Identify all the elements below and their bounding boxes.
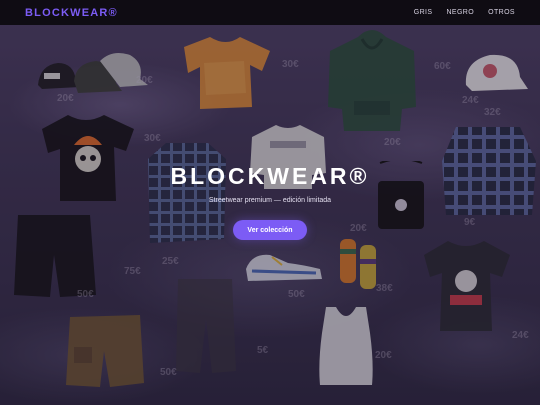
nav-link-gris[interactable]: GRIS — [414, 9, 433, 16]
view-collection-button[interactable]: Ver colección — [233, 220, 307, 240]
hero-content: BLOCKWEAR® Streetwear premium — edición … — [0, 25, 540, 405]
nav-link-otros[interactable]: OTROS — [488, 9, 515, 16]
nav-link-negro[interactable]: NEGRO — [446, 9, 474, 16]
hero-subtitle: Streetwear premium — edición limitada — [208, 197, 332, 204]
top-navbar: BLOCKWEAR® GRIS NEGRO OTROS — [0, 0, 540, 25]
hero-section: 20€ 20€ 30€ 60€ 24€ 30€ 20€ 20€ 9€ 25€ 7… — [0, 25, 540, 405]
brand-logo[interactable]: BLOCKWEAR® — [25, 7, 118, 19]
nav-links: GRIS NEGRO OTROS — [414, 9, 515, 16]
hero-title: BLOCKWEAR® — [170, 163, 370, 189]
